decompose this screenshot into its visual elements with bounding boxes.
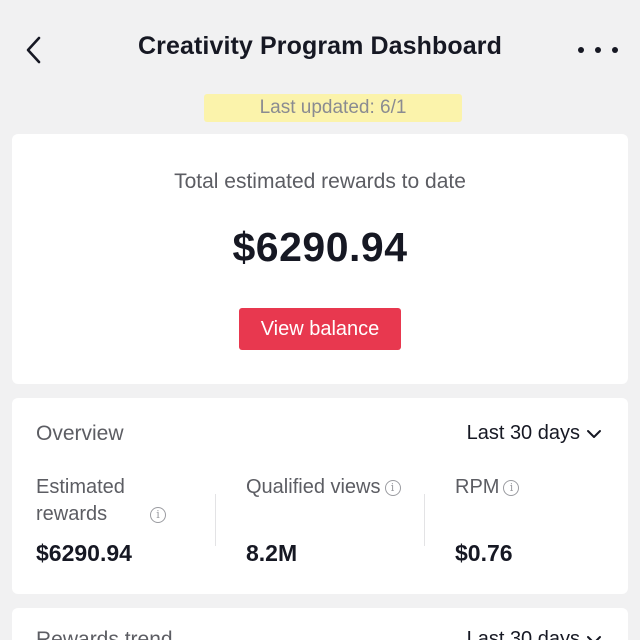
metric-qualified-views: Qualified views i 8.2M: [246, 474, 426, 566]
metric-label: Qualified views: [246, 476, 381, 498]
total-rewards-card: Total estimated rewards to date $6290.94…: [12, 134, 628, 384]
total-rewards-value: $6290.94: [232, 224, 408, 270]
metric-label: Estimated rewards: [36, 476, 125, 525]
metric-rpm: RPM i $0.76: [455, 474, 635, 566]
metric-estimated-rewards: Estimated rewards i $6290.94: [36, 474, 216, 566]
top-bar: Creativity Program Dashboard: [0, 0, 640, 96]
chevron-down-icon: [587, 429, 601, 438]
metric-label: RPM: [455, 476, 500, 498]
overview-range-label: Last 30 days: [466, 422, 580, 444]
view-balance-button[interactable]: View balance: [239, 308, 401, 350]
metric-value: $0.76: [455, 540, 513, 566]
divider: [215, 494, 216, 546]
overview-title: Overview: [36, 422, 124, 445]
trend-range-label: Last 30 days: [466, 628, 580, 640]
divider: [424, 494, 425, 546]
metric-value: 8.2M: [246, 540, 298, 566]
page-title: Creativity Program Dashboard: [137, 32, 503, 60]
metric-value: $6290.94: [36, 540, 132, 566]
chevron-down-icon: [587, 635, 601, 640]
last-updated-banner: Last updated: 6/1: [204, 94, 462, 122]
info-icon[interactable]: i: [150, 507, 166, 523]
rewards-trend-title: Rewards trend: [36, 628, 173, 640]
info-icon[interactable]: i: [384, 480, 401, 496]
trend-range-dropdown[interactable]: Last 30 days: [467, 628, 602, 640]
overview-card: Overview Last 30 days Estimated rewards i…: [12, 398, 628, 594]
more-options-button[interactable]: [578, 38, 618, 62]
info-icon[interactable]: i: [503, 480, 520, 496]
more-horizontal-icon: [578, 47, 584, 53]
total-rewards-label: Total estimated rewards to date: [174, 170, 466, 193]
rewards-trend-card: Rewards trend Last 30 days: [12, 608, 628, 640]
overview-range-dropdown[interactable]: Last 30 days: [467, 422, 602, 445]
